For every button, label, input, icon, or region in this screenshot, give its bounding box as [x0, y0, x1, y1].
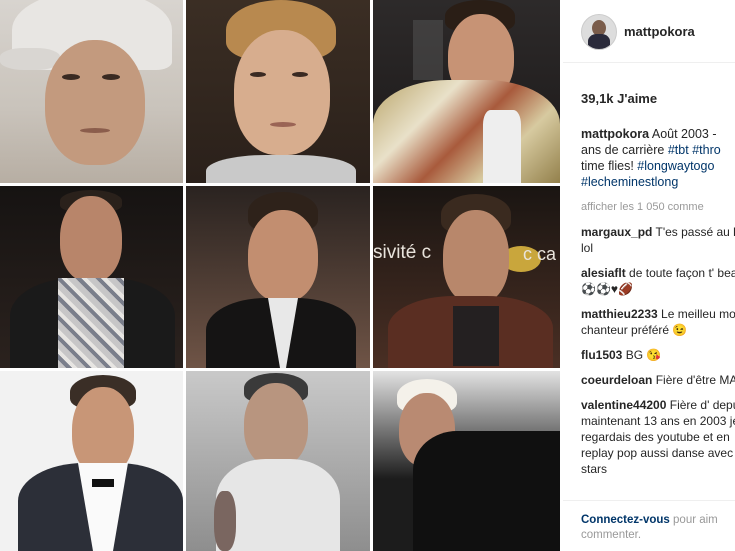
grid-gutter	[0, 368, 560, 371]
show-all-comments-link[interactable]: afficher les 1 050 comme	[581, 201, 704, 213]
login-link[interactable]: Connectez-vous	[581, 514, 670, 526]
instagram-post: sivité c c ca mattpokora 39,1k J'aime ma…	[0, 0, 735, 551]
like-count[interactable]: 39,1k J'aime	[581, 91, 657, 106]
caption-text-1: Août 2003 -	[651, 127, 717, 141]
comment-username[interactable]: margaux_pd	[581, 225, 652, 239]
post-header: mattpokora	[563, 0, 735, 63]
comment-list: margaux_pd T'es passé au luxe lol alesia…	[581, 224, 735, 486]
comment-item: valentine44200 Fière d' depuis maintenan…	[581, 397, 735, 477]
grid-gutter	[183, 0, 186, 551]
photo-bearded-event: sivité c c ca	[373, 186, 560, 368]
event-backdrop-text: sivité c	[373, 242, 432, 263]
event-backdrop-text-2: c ca	[523, 244, 557, 264]
comment-username[interactable]: coeurdeloan	[581, 373, 652, 387]
photo-platinum-hair	[373, 371, 560, 551]
comment-username[interactable]: flu1503	[581, 348, 622, 362]
caption-text-3: time flies!	[581, 159, 638, 173]
hashtag-tbt[interactable]: #tbt	[668, 143, 689, 157]
hashtag-throwback[interactable]: #thro	[692, 143, 721, 157]
comment-item: flu1503 BG 😘	[581, 347, 735, 363]
login-prompt-text: Connectez-vous pour aim commenter.	[581, 513, 735, 543]
comment-text: Fière d'être MATT	[655, 373, 735, 387]
comment-username[interactable]: matthieu2233	[581, 307, 658, 321]
comment-item: coeurdeloan Fière d'être MATT	[581, 372, 735, 388]
photo-camo-jacket	[373, 0, 560, 183]
hashtag-lecheminestlong[interactable]: #lecheminestlong	[581, 175, 678, 189]
login-prompt: Connectez-vous pour aim commenter.	[563, 500, 735, 551]
photo-collage[interactable]: sivité c c ca	[0, 0, 560, 551]
avatar[interactable]	[581, 14, 617, 50]
photo-black-suit	[186, 186, 370, 368]
photo-blond-spiky	[186, 0, 370, 183]
hashtag-longwaytogo[interactable]: #longwaytogo	[637, 159, 714, 173]
photo-white-tee	[186, 371, 370, 551]
comment-item: margaux_pd T'es passé au luxe lol	[581, 224, 735, 256]
post-caption: mattpokora Août 2003 - ans de carrière #…	[581, 126, 735, 190]
comment-username[interactable]: valentine44200	[581, 398, 666, 412]
post-username[interactable]: mattpokora	[624, 24, 695, 39]
caption-username[interactable]: mattpokora	[581, 127, 649, 141]
comment-item: alesiaflt de toute façon t' beau⚽⚽♥🏈	[581, 265, 735, 297]
photo-tuxedo	[0, 371, 183, 551]
comment-username[interactable]: alesiaflt	[581, 266, 626, 280]
comment-text: BG 😘	[625, 348, 662, 362]
grid-gutter	[370, 0, 373, 551]
grid-gutter	[0, 183, 560, 186]
comment-item: matthieu2233 Le meilleu mon chanteur pré…	[581, 306, 735, 338]
post-details-panel: mattpokora 39,1k J'aime mattpokora Août …	[563, 0, 735, 551]
photo-plaid-shirt	[0, 186, 183, 368]
caption-text-2: ans de carrière	[581, 143, 668, 157]
photo-2003-cap	[0, 0, 183, 183]
